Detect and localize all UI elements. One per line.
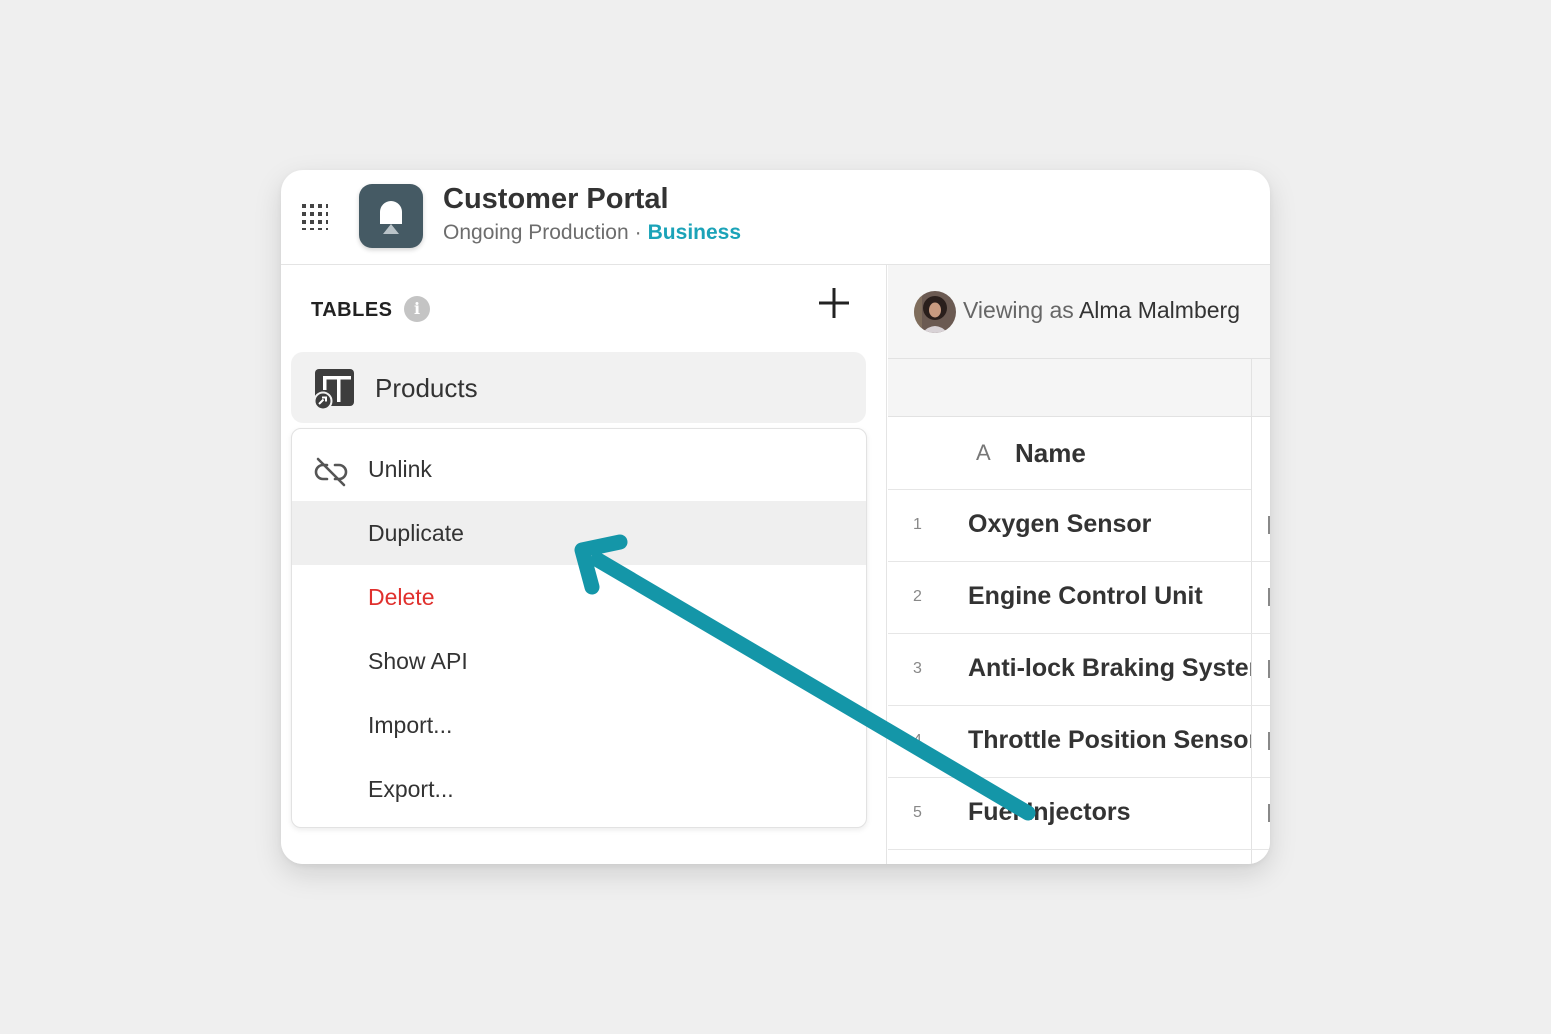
row-number: 2	[913, 588, 922, 605]
app-header: Customer Portal Ongoing Production · Busin…	[281, 170, 1270, 265]
next-cell-edge	[1268, 588, 1270, 606]
menu-item-label: Import...	[368, 712, 453, 738]
viewing-as-bar[interactable]: Viewing as Alma Malmberg	[888, 265, 1270, 359]
menu-item-duplicate[interactable]: Duplicate	[292, 501, 866, 565]
row-number: 5	[913, 804, 922, 821]
menu-item-label: Show API	[368, 648, 468, 674]
app-title: Customer Portal	[443, 183, 669, 215]
menu-item-unlink[interactable]: Unlink	[292, 437, 866, 501]
next-cell-edge	[1268, 804, 1270, 822]
row-number: 3	[913, 660, 922, 677]
row-name-cell[interactable]: Anti-lock Braking System	[968, 654, 1251, 683]
grid-toolbar	[888, 359, 1270, 417]
apps-grid-icon[interactable]	[302, 204, 328, 230]
table-link-icon	[313, 369, 354, 410]
row-name-cell[interactable]: Fuel Injectors	[968, 798, 1251, 827]
text-type-icon: A	[976, 440, 991, 465]
column-header-label: Name	[1015, 438, 1086, 468]
app-logo[interactable]	[359, 184, 423, 248]
row-name-cell[interactable]: Throttle Position Sensor	[968, 726, 1251, 755]
info-icon[interactable]: i	[404, 296, 430, 322]
sidebar-item-label: Products	[375, 373, 478, 403]
app-subtitle: Ongoing Production · Business	[443, 221, 741, 245]
menu-item-label: Delete	[368, 584, 435, 610]
table-row[interactable]: 2 Engine Control Unit	[888, 562, 1270, 634]
menu-item-label: Export...	[368, 776, 454, 802]
app-logo-icon	[380, 201, 402, 234]
row-name-cell[interactable]: Oxygen Sensor	[968, 510, 1251, 539]
menu-item-import[interactable]: Import...	[292, 693, 866, 757]
table-row[interactable]: 4 Throttle Position Sensor	[888, 706, 1270, 778]
tables-section-label: TABLES	[311, 299, 393, 321]
table-row[interactable]: 3 Anti-lock Braking System	[888, 634, 1270, 706]
avatar[interactable]	[914, 291, 956, 333]
menu-item-delete[interactable]: Delete	[292, 565, 866, 629]
table-row[interactable]: 5 Fuel Injectors	[888, 778, 1270, 850]
menu-item-export[interactable]: Export...	[292, 757, 866, 821]
column-header-name[interactable]: A Name	[888, 417, 1251, 490]
sidebar-item-products[interactable]: Products	[291, 352, 866, 423]
app-window: Customer Portal Ongoing Production · Busin…	[281, 170, 1270, 864]
viewing-as-user: Alma Malmberg	[1078, 297, 1240, 323]
app-status: Ongoing Production	[443, 221, 629, 244]
unlink-icon	[314, 457, 348, 487]
next-cell-edge	[1268, 732, 1270, 750]
next-cell-edge	[1268, 516, 1270, 534]
table-context-menu: Unlink Duplicate Delete Show API Import.…	[291, 428, 867, 828]
table-rows: 1 Oxygen Sensor 2 Engine Control Unit 3 …	[888, 490, 1270, 850]
menu-item-label: Duplicate	[368, 520, 464, 546]
add-table-icon[interactable]	[816, 285, 852, 321]
viewing-as-text: Viewing as Alma Malmberg	[963, 297, 1240, 324]
table-row[interactable]: 1 Oxygen Sensor	[888, 490, 1270, 562]
row-name-cell[interactable]: Engine Control Unit	[968, 582, 1251, 611]
subtitle-separator: ·	[634, 221, 642, 244]
data-grid-panel: Viewing as Alma Malmberg A Name 1 Oxygen…	[888, 265, 1270, 864]
sidebar: TABLES i Products Unlink Duplicate Delet…	[281, 265, 887, 864]
menu-item-show-api[interactable]: Show API	[292, 629, 866, 693]
plan-badge[interactable]: Business	[648, 221, 741, 244]
row-number: 1	[913, 516, 922, 533]
menu-item-label: Unlink	[368, 456, 432, 482]
row-number: 4	[913, 732, 922, 749]
next-cell-edge	[1268, 660, 1270, 678]
viewing-as-prefix: Viewing as	[963, 297, 1074, 323]
